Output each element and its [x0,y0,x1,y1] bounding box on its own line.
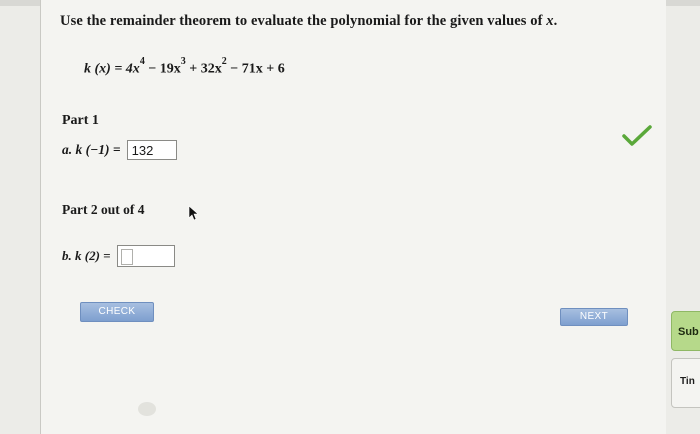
part2-answer-input[interactable] [116,245,175,267]
part1-answer-field[interactable]: 132 [126,140,177,160]
instruction-variable: x [546,13,554,29]
poly-exp-4: 4 [139,56,145,67]
part2-answer-row: b. k (2) = [62,245,175,267]
instruction-text: Use the remainder theorem to evaluate th… [60,13,557,30]
poly-exp-3: 3 [180,56,186,67]
next-button[interactable]: NEXT [560,308,628,326]
answer-cursor-box [120,249,133,265]
mouse-cursor-icon [188,205,199,221]
part1-heading: Part 1 [62,113,99,128]
instruction-prefix: Use the remainder theorem to evaluate th… [60,13,547,29]
part2-label: b. k (2) = [62,248,111,263]
check-button[interactable]: CHECK [80,302,154,322]
screen-glare [138,402,156,416]
poly-exp-2: 2 [221,56,227,67]
correct-checkmark-icon [622,125,652,146]
instruction-suffix: . [553,13,558,29]
poly-term-3: + 32x [185,61,222,77]
submit-tab[interactable]: Sub [671,311,700,351]
part1-label: a. k (−1) = [62,142,121,157]
poly-term-4: − 71x + 6 [226,61,285,77]
part2-heading: Part 2 out of 4 [62,202,145,217]
timer-tab[interactable]: Tin [671,358,700,408]
part1-answer-row: a. k (−1) = 132 [62,140,177,160]
poly-lhs: k (x) = 4x [84,61,140,77]
poly-term-2: − 19x [144,61,181,77]
polynomial-expression: k (x) = 4x4 − 19x3 + 32x2 − 71x + 6 [84,56,285,78]
